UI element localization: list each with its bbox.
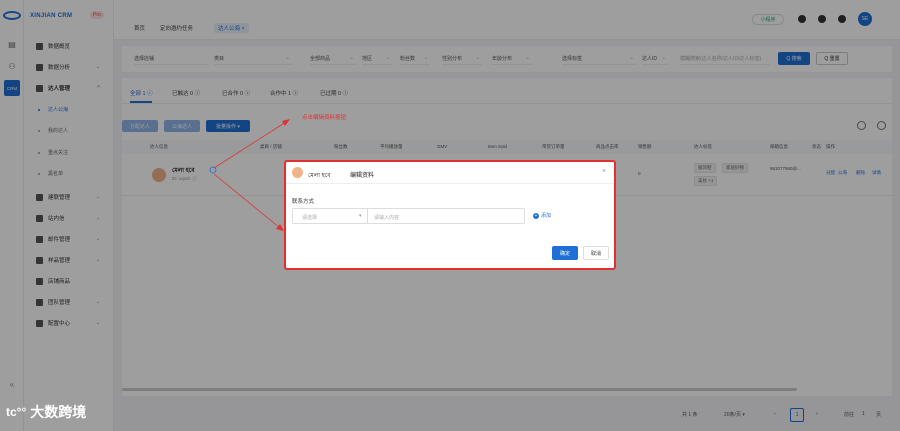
add-contact-button[interactable]: + 添加 — [533, 212, 551, 219]
chevron-down-icon: ▾ — [359, 213, 362, 219]
watermark-text: 大数跨境 — [30, 404, 87, 420]
plus-icon: + — [533, 212, 539, 219]
confirm-button[interactable]: 确定 — [552, 246, 578, 260]
annotation-label: 点击编辑资料按钮 — [302, 115, 347, 121]
dialog-header: মেলা হবে 编辑资料 × — [286, 162, 614, 184]
contact-value-input[interactable]: 请输入内容 — [367, 208, 525, 224]
dialog-title: 编辑资料 — [350, 173, 375, 179]
close-icon[interactable]: × — [602, 168, 606, 175]
cancel-button[interactable]: 取消 — [583, 246, 609, 260]
dialog-influencer-name: মেলা হবে — [308, 173, 331, 179]
avatar — [292, 167, 303, 178]
watermark-logo: tc°° — [6, 405, 27, 419]
contact-label: 联系方式 — [292, 199, 315, 205]
edit-profile-dialog: মেলা হবে 编辑资料 × 联系方式 请选择 ▾ 请输入内容 + 添加 确定… — [284, 160, 616, 270]
watermark: tc°° 大数跨境 — [6, 402, 86, 422]
contact-type-select[interactable]: 请选择 ▾ — [292, 208, 368, 224]
